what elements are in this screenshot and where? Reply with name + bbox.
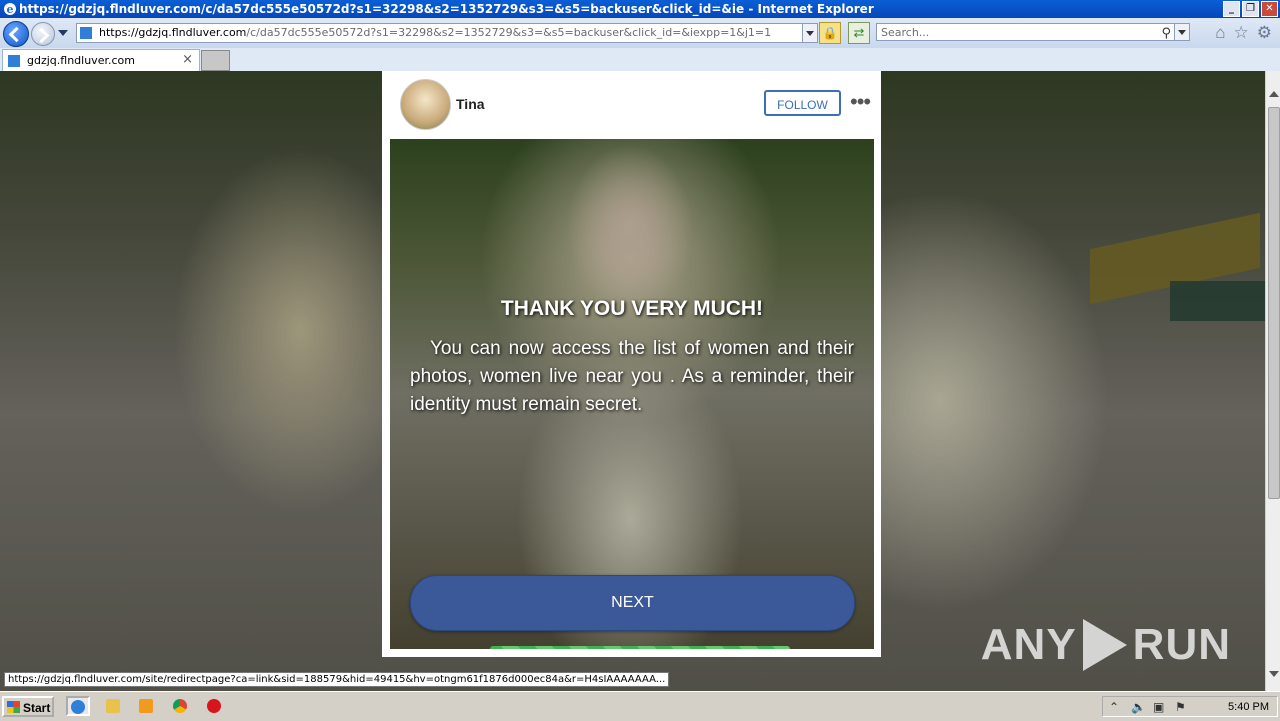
windows-taskbar: Start ⌃ 🔈 ▣ ⚑ 5:40 PM <box>0 691 1280 721</box>
scroll-down-arrow-icon[interactable] <box>1269 671 1279 677</box>
settings-gear-icon[interactable]: ⚙ <box>1257 23 1272 43</box>
home-icon[interactable]: ⌂ <box>1215 23 1225 43</box>
search-icon[interactable]: ⚲ <box>1161 25 1171 43</box>
taskbar-clock[interactable]: 5:40 PM <box>1228 701 1269 713</box>
anyrun-watermark-logo: ANY RUN <box>981 619 1231 671</box>
vertical-scrollbar[interactable] <box>1265 71 1280 691</box>
address-url[interactable]: https://gdzjq.flndluver.com/c/da57dc555e… <box>99 24 789 42</box>
progress-fill <box>490 646 790 649</box>
scroll-up-arrow-icon[interactable] <box>1269 91 1279 97</box>
scroll-thumb[interactable] <box>1268 107 1280 499</box>
favorites-star-icon[interactable]: ☆ <box>1234 23 1249 43</box>
watermark-text-right: RUN <box>1132 620 1231 669</box>
new-tab-button[interactable] <box>201 50 230 71</box>
more-options-icon[interactable]: ••• <box>850 91 871 113</box>
play-icon <box>1082 619 1127 671</box>
taskbar-internet-explorer-icon[interactable] <box>66 696 90 716</box>
url-path: /c/da57dc555e50572d?s1=32298&s2=1352729&… <box>246 26 772 39</box>
site-favicon-icon <box>80 27 92 39</box>
search-dropdown-icon[interactable] <box>1174 24 1189 40</box>
internet-explorer-icon: e <box>4 3 16 16</box>
lock-icon[interactable]: 🔒 <box>819 22 841 44</box>
minimize-button[interactable]: _ <box>1223 1 1240 17</box>
svg-text:e: e <box>7 3 14 16</box>
refresh-icon[interactable]: ⇄ <box>848 22 870 44</box>
close-button[interactable]: ✕ <box>1261 1 1278 17</box>
navigation-bar: https://gdzjq.flndluver.com/c/da57dc555e… <box>0 18 1280 49</box>
next-button[interactable]: NEXT <box>410 575 855 631</box>
address-dropdown-icon[interactable] <box>802 24 817 42</box>
message-title: THANK YOU VERY MUCH! <box>500 297 764 320</box>
profile-card: Tina FOLLOW ••• THANK YOU VERY MUCH! You… <box>382 71 881 657</box>
windows-logo-icon <box>7 701 20 713</box>
watermark-text-left: ANY <box>980 620 1077 669</box>
window-title: https://gdzjq.flndluver.com/c/da57dc555e… <box>19 2 874 16</box>
taskbar-file-explorer-icon[interactable] <box>103 697 123 716</box>
tab-label: gdzjq.flndluver.com <box>27 54 135 67</box>
address-bar[interactable]: https://gdzjq.flndluver.com/c/da57dc555e… <box>76 23 818 43</box>
taskbar-chrome-icon[interactable] <box>170 697 190 716</box>
history-dropdown-icon[interactable] <box>58 30 68 36</box>
start-label: Start <box>23 701 51 715</box>
search-box[interactable]: Search... ⚲ <box>876 23 1190 41</box>
page-viewport: Tina FOLLOW ••• THANK YOU VERY MUCH! You… <box>0 71 1265 691</box>
profile-username[interactable]: Tina <box>456 96 485 112</box>
network-icon[interactable]: ▣ <box>1153 700 1164 714</box>
message-body: You can now access the list of women and… <box>410 338 854 415</box>
maximize-button[interactable]: ❐ <box>1242 1 1259 17</box>
action-center-flag-icon[interactable]: ⚑ <box>1175 700 1186 714</box>
search-input[interactable]: Search... <box>881 26 929 39</box>
tab-close-icon[interactable]: × <box>182 52 193 67</box>
start-button[interactable]: Start <box>2 696 54 717</box>
taskbar-media-player-icon[interactable] <box>136 697 156 716</box>
taskbar-opera-icon[interactable] <box>204 697 224 716</box>
progress-bar <box>490 646 790 649</box>
tab-current[interactable]: gdzjq.flndluver.com × <box>2 49 200 71</box>
avatar[interactable] <box>400 79 451 130</box>
tray-expand-icon[interactable]: ⌃ <box>1109 700 1119 714</box>
volume-icon[interactable]: 🔈 <box>1131 700 1146 714</box>
tab-bar: gdzjq.flndluver.com × <box>0 48 1280 72</box>
system-tray: ⌃ 🔈 ▣ ⚑ 5:40 PM <box>1102 696 1278 717</box>
status-bar-url: https://gdzjq.flndluver.com/site/redirec… <box>4 672 670 687</box>
back-button[interactable] <box>3 21 29 47</box>
background-bench-leg <box>1170 281 1265 321</box>
profile-photo: THANK YOU VERY MUCH! You can now access … <box>390 139 874 649</box>
forward-button[interactable] <box>31 22 55 46</box>
tab-favicon-icon <box>8 55 20 67</box>
follow-button[interactable]: FOLLOW <box>764 90 841 116</box>
url-host: https://gdzjq.flndluver.com <box>99 26 247 39</box>
window-titlebar: e https://gdzjq.flndluver.com/c/da57dc55… <box>0 0 1280 18</box>
